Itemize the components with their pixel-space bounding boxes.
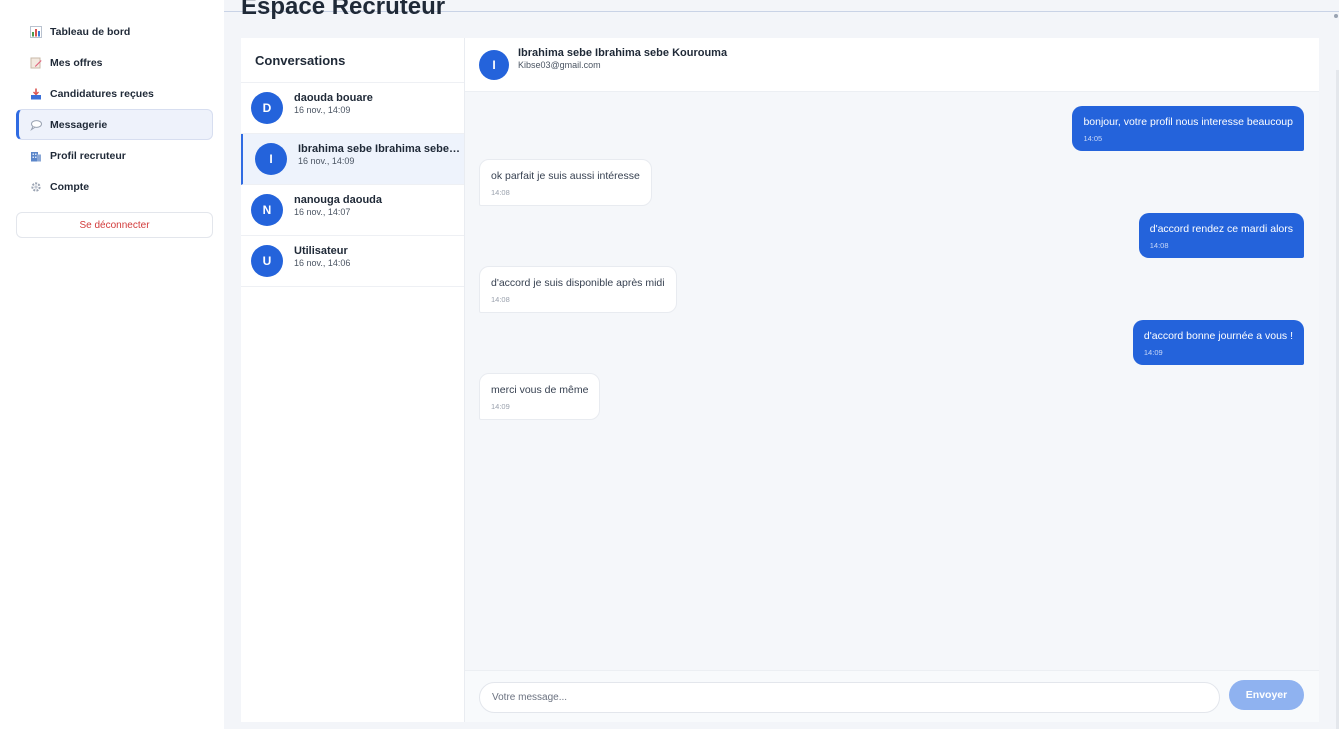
message-time: 14:05 [1083,134,1103,143]
sidebar-item-profil-recruteur[interactable]: Profil recruteur [16,140,213,171]
sidebar-item-messagerie[interactable]: Messagerie [16,109,213,140]
sidebar-item-tableau-de-bord[interactable]: Tableau de bord [16,16,213,47]
sidebar-item-label: Profil recruteur [50,149,126,162]
sidebar-item-label: Messagerie [50,118,108,131]
conversation-text: daouda bouare 16 nov., 14:09 [294,92,459,115]
inbox-tray-icon [30,88,42,100]
conversations-panel: Conversations D daouda bouare 16 nov., 1… [241,38,465,722]
message-input[interactable] [479,682,1220,713]
conversation-text: Utilisateur 16 nov., 14:06 [294,245,459,268]
message-text: bonjour, votre profil nous interesse bea… [1083,116,1293,128]
sidebar-item-compte[interactable]: Compte [16,171,213,202]
conversation-text: Ibrahima sebe Ibrahima sebe Kourouma 16 … [298,143,463,166]
avatar: U [251,245,283,277]
memo-icon [30,57,42,69]
conversation-text: nanouga daouda 16 nov., 14:07 [294,194,459,217]
send-button[interactable]: Envoyer [1229,680,1304,710]
message-text: merci vous de même [491,384,589,396]
office-building-icon [30,150,42,162]
message-incoming: ok parfait je suis aussi intéresse 14:08 [479,159,652,206]
message-time: 14:08 [491,188,510,197]
conversation-name: Ibrahima sebe Ibrahima sebe Kourouma [298,142,463,155]
message-outgoing: d'accord bonne journée a vous ! 14:09 [1132,320,1304,365]
conversation-time: 16 nov., 14:07 [294,206,351,217]
message-text: d'accord rendez ce mardi alors [1149,223,1293,235]
conversation-name: daouda bouare [294,91,373,104]
message-list[interactable]: bonjour, votre profil nous interesse bea… [465,92,1319,668]
gear-icon [30,181,42,193]
logout-button[interactable]: Se déconnecter [16,212,213,238]
sidebar-item-label: Mes offres [50,56,103,69]
scroll-indicator-dot [1334,14,1338,18]
conversation-item[interactable]: D daouda bouare 16 nov., 14:09 [241,83,464,134]
avatar: N [251,194,283,226]
conversation-time: 16 nov., 14:06 [294,257,351,268]
sidebar: Tableau de bord Mes offres Candidatures … [0,0,224,729]
sidebar-item-mes-offres[interactable]: Mes offres [16,47,213,78]
bar-chart-icon [30,25,42,38]
sidebar-item-candidatures-recues[interactable]: Candidatures reçues [16,78,213,109]
speech-bubble-icon [30,119,42,131]
avatar: D [251,92,283,124]
conversation-item[interactable]: U Utilisateur 16 nov., 14:06 [241,236,464,287]
message-incoming: d'accord je suis disponible après midi 1… [479,266,677,313]
message-composer: Envoyer [465,670,1319,722]
chat-contact-email: Kibse03@gmail.com [518,60,601,70]
conversations-title: Conversations [241,38,464,83]
message-text: d'accord je suis disponible après midi [491,277,665,289]
avatar: I [479,49,509,80]
avatar: I [255,143,287,175]
conversation-item[interactable]: N nanouga daouda 16 nov., 14:07 [241,185,464,236]
chat-panel: I Ibrahima sebe Ibrahima sebe Kourouma K… [465,38,1319,722]
message-outgoing: d'accord rendez ce mardi alors 14:08 [1138,213,1304,258]
message-time: 14:08 [1149,241,1169,250]
message-time: 14:09 [1143,348,1163,357]
chat-contact-name: Ibrahima sebe Ibrahima sebe Kourouma [518,47,728,59]
page-title: Espace Recruteur [241,0,446,20]
message-outgoing: bonjour, votre profil nous interesse bea… [1072,106,1304,151]
conversation-time: 16 nov., 14:09 [294,104,351,115]
sidebar-nav: Tableau de bord Mes offres Candidatures … [16,16,213,202]
conversation-item-active[interactable]: I Ibrahima sebe Ibrahima sebe Kourouma 1… [241,134,464,185]
chat-header: I Ibrahima sebe Ibrahima sebe Kourouma K… [465,38,1319,92]
conversation-name: nanouga daouda [294,193,382,206]
sidebar-item-label: Candidatures reçues [50,87,154,100]
conversation-name: Utilisateur [294,244,348,257]
conversation-time: 16 nov., 14:09 [298,155,355,166]
message-text: ok parfait je suis aussi intéresse [491,170,640,182]
chat-contact-info: Ibrahima sebe Ibrahima sebe Kourouma Kib… [518,47,727,70]
message-time: 14:09 [491,402,510,411]
sidebar-item-label: Compte [50,180,90,193]
message-text: d'accord bonne journée a vous ! [1143,330,1293,342]
sidebar-item-label: Tableau de bord [50,25,131,38]
message-time: 14:08 [491,295,510,304]
message-incoming: merci vous de même 14:09 [479,373,601,420]
